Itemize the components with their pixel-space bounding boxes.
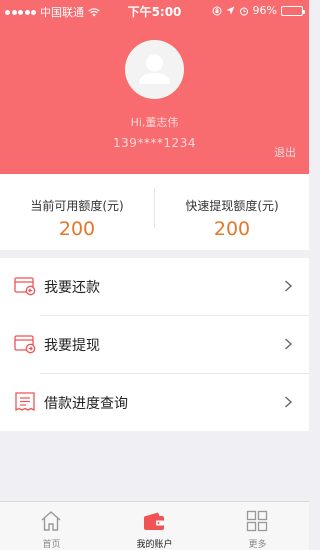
lock-rotation-icon bbox=[212, 6, 222, 15]
repay-card-icon bbox=[14, 277, 36, 296]
battery-percent: 96% bbox=[252, 4, 277, 17]
menu-label-withdraw: 我要提现 bbox=[44, 338, 100, 354]
menu-item-repay[interactable]: 我要还款 bbox=[0, 258, 309, 315]
menu-label-repay: 我要还款 bbox=[44, 280, 100, 296]
credit-panel: 当前可用额度(元) 200 快速提现额度(元) 200 bbox=[0, 174, 309, 250]
receipt-icon bbox=[15, 392, 35, 412]
quick-withdraw-label: 快速提现额度(元) bbox=[185, 199, 279, 213]
chevron-right-icon bbox=[285, 396, 293, 408]
grid-icon bbox=[246, 510, 268, 532]
chevron-right-icon bbox=[285, 338, 293, 350]
tab-label-more: 更多 bbox=[248, 540, 267, 550]
battery-icon bbox=[281, 5, 305, 16]
user-avatar-icon[interactable] bbox=[125, 40, 184, 99]
available-credit-label: 当前可用额度(元) bbox=[30, 199, 124, 213]
alarm-icon bbox=[239, 7, 248, 15]
quick-withdraw-value: 200 bbox=[213, 218, 251, 240]
tab-label-my-account: 我的账户 bbox=[136, 540, 173, 550]
tab-home[interactable]: 首页 bbox=[0, 502, 103, 550]
phone-number: 139****1234 bbox=[113, 136, 196, 150]
available-credit-value: 200 bbox=[58, 218, 96, 240]
account-page: 中国联通 下午5:00 96% Hi,董志伟 139****1234 退出 当前… bbox=[0, 0, 309, 550]
wallet-icon bbox=[144, 512, 164, 530]
withdraw-card-icon bbox=[14, 335, 36, 354]
tab-my-account[interactable]: 我的账户 bbox=[103, 502, 206, 550]
tab-label-home: 首页 bbox=[42, 540, 61, 550]
account-menu: 我要还款 我要提现 借款进度查询 bbox=[0, 258, 309, 431]
logout-button[interactable]: 退出 bbox=[274, 144, 296, 160]
profile-header: 中国联通 下午5:00 96% Hi,董志伟 139****1234 退出 bbox=[0, 0, 309, 174]
status-bar: 中国联通 下午5:00 96% bbox=[0, 0, 309, 20]
available-credit: 当前可用额度(元) 200 bbox=[0, 174, 154, 250]
home-icon bbox=[41, 511, 61, 531]
greeting-text: Hi,董志伟 bbox=[130, 116, 179, 129]
status-right: 96% bbox=[212, 4, 305, 17]
quick-withdraw-credit: 快速提现额度(元) 200 bbox=[155, 174, 309, 250]
chevron-right-icon bbox=[285, 280, 293, 292]
tab-bar: 首页 我的账户 更多 bbox=[0, 501, 309, 550]
menu-item-loan-progress[interactable]: 借款进度查询 bbox=[0, 374, 309, 431]
menu-label-loan-progress: 借款进度查询 bbox=[44, 396, 128, 412]
menu-item-withdraw[interactable]: 我要提现 bbox=[0, 316, 309, 373]
avatar-silhouette bbox=[139, 54, 170, 84]
location-arrow-icon bbox=[226, 6, 235, 15]
tab-more[interactable]: 更多 bbox=[206, 502, 309, 550]
